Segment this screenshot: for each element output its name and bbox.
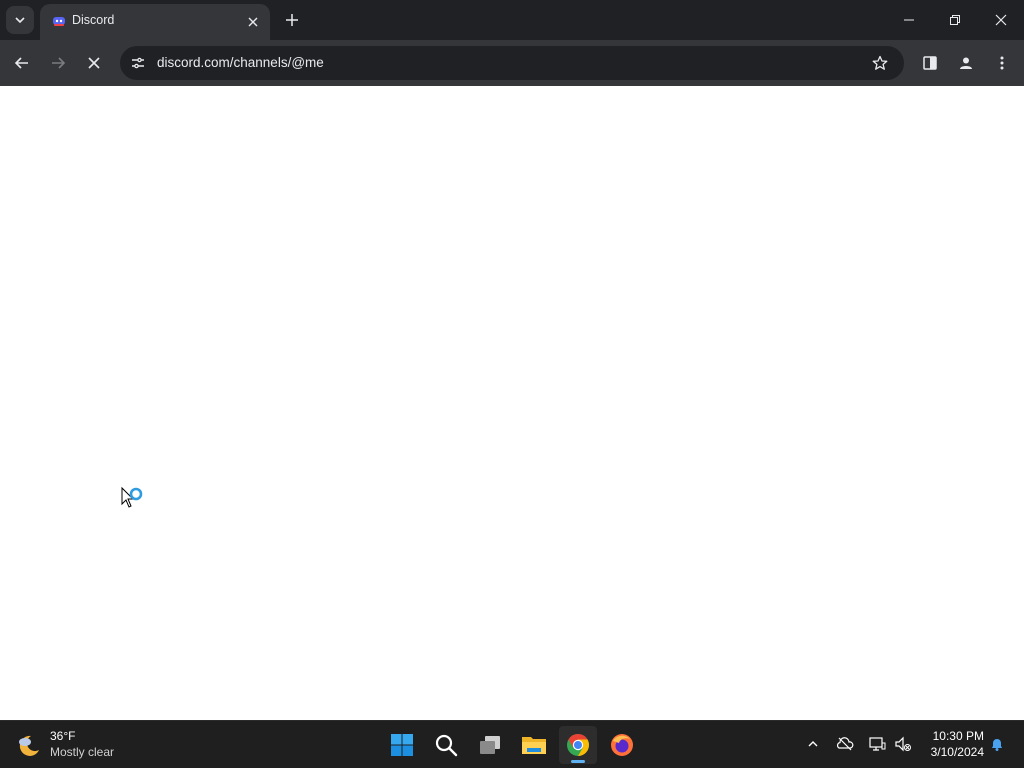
new-tab-button[interactable] <box>280 8 304 32</box>
address-bar[interactable]: discord.com/channels/@me <box>120 46 904 80</box>
discord-favicon-icon <box>53 17 65 26</box>
network-icon <box>869 737 886 751</box>
search-icon <box>435 734 458 757</box>
taskbar-clock[interactable]: 10:30 PM 3/10/2024 <box>918 729 984 759</box>
network-tray-button[interactable] <box>866 733 888 755</box>
tab-discord[interactable]: Discord <box>40 4 270 40</box>
chevron-down-icon <box>15 17 25 24</box>
arrow-right-icon <box>52 57 66 69</box>
arrow-left-icon <box>14 57 28 69</box>
close-icon <box>995 14 1007 26</box>
star-icon <box>872 55 888 70</box>
folder-icon <box>522 737 546 754</box>
profile-icon <box>960 57 972 69</box>
restore-icon <box>950 15 960 25</box>
minimize-button[interactable] <box>886 0 932 40</box>
close-icon <box>88 57 100 69</box>
side-panel-icon <box>923 56 937 70</box>
side-panel-button[interactable] <box>916 49 944 77</box>
browser-toolbar: discord.com/channels/@me <box>0 40 1024 86</box>
clock-time: 10:30 PM <box>932 729 984 743</box>
start-button[interactable] <box>383 726 421 764</box>
busy-cursor-icon <box>121 486 143 508</box>
active-app-indicator <box>571 760 585 763</box>
page-content <box>0 86 1024 720</box>
tune-icon <box>132 57 144 69</box>
chrome-icon <box>567 734 589 756</box>
windows-taskbar: 36°F Mostly clear 10:30 PM 3/10/2024 <box>0 720 1024 768</box>
weather-widget[interactable]: 36°F Mostly clear <box>16 727 136 763</box>
bookmark-button[interactable] <box>868 51 892 75</box>
onedrive-tray-button[interactable] <box>834 733 856 755</box>
tab-close-button[interactable] <box>244 13 262 31</box>
file-explorer-button[interactable] <box>515 726 553 764</box>
moon-cloud-icon <box>19 735 39 756</box>
chrome-taskbar-button[interactable] <box>559 726 597 764</box>
tab-search-button[interactable] <box>6 6 34 34</box>
cloud-off-icon <box>836 737 854 751</box>
back-button[interactable] <box>8 49 36 77</box>
plus-icon <box>286 14 298 26</box>
task-view-button[interactable] <box>471 726 509 764</box>
close-window-button[interactable] <box>978 0 1024 40</box>
volume-tray-button[interactable] <box>892 733 914 755</box>
task-view-icon <box>480 736 500 754</box>
forward-button[interactable] <box>44 49 72 77</box>
bell-icon <box>992 739 1002 751</box>
browser-tabstrip: Discord <box>0 0 1024 40</box>
stop-loading-button[interactable] <box>80 49 108 77</box>
show-hidden-icons-button[interactable] <box>802 733 824 755</box>
close-icon <box>248 17 258 27</box>
chevron-up-icon <box>808 741 818 747</box>
restore-button[interactable] <box>932 0 978 40</box>
tab-title: Discord <box>72 13 115 27</box>
firefox-icon <box>611 734 633 756</box>
firefox-taskbar-button[interactable] <box>603 726 641 764</box>
notifications-button[interactable] <box>986 733 1008 755</box>
clock-date: 3/10/2024 <box>930 745 984 759</box>
profile-button[interactable] <box>952 49 980 77</box>
taskbar-search-button[interactable] <box>427 726 465 764</box>
weather-temperature: 36°F <box>50 729 76 743</box>
weather-description: Mostly clear <box>50 745 115 759</box>
site-info-button[interactable] <box>126 51 150 75</box>
url-text[interactable]: discord.com/channels/@me <box>157 55 324 70</box>
minimize-icon <box>904 19 914 21</box>
more-vert-icon <box>1000 56 1004 70</box>
volume-muted-icon <box>895 736 911 752</box>
menu-button[interactable] <box>988 49 1016 77</box>
windows-logo-icon <box>391 734 413 756</box>
